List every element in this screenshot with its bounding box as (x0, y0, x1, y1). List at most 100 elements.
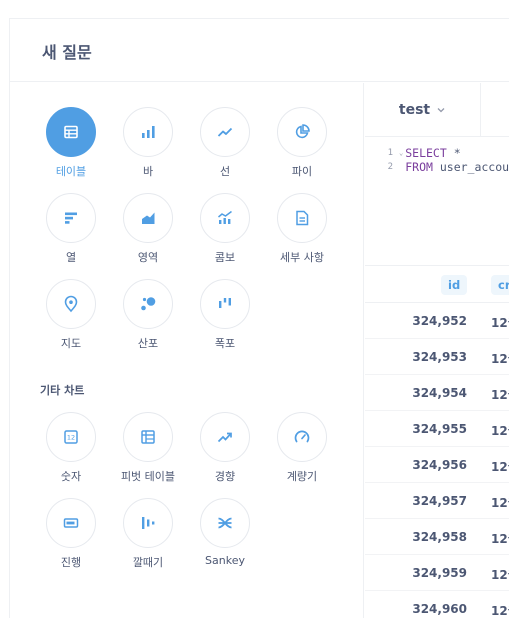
pivot-table-icon (139, 428, 157, 446)
cell-id[interactable]: 324,959 (365, 566, 467, 580)
editor-tab-bar (481, 83, 509, 137)
code-line: 2 FROM user_accour (365, 160, 509, 174)
progress-icon (62, 514, 80, 532)
table-icon (62, 123, 80, 141)
cell-created[interactable]: 12월 (491, 566, 509, 583)
viz-option-bar-chart[interactable]: 바 (113, 107, 183, 187)
line-chart-icon (216, 123, 234, 141)
viz-option-combo-chart[interactable]: 콤보 (190, 193, 260, 273)
viz-option-label: 세부 사항 (280, 251, 324, 264)
cell-created[interactable]: 12월 (491, 350, 509, 367)
sql-editor[interactable]: test 1 ⌄ SELECT * 2 FROM user_accour (365, 83, 509, 266)
cell-id[interactable]: 324,956 (365, 458, 467, 472)
viz-option-label: 테이블 (55, 165, 87, 178)
viz-option-funnel[interactable]: 깔때기 (113, 498, 183, 578)
viz-option-trend[interactable]: 경향 (190, 412, 260, 492)
cell-id[interactable]: 324,953 (365, 350, 467, 364)
viz-option-circle (123, 107, 173, 157)
table-row: 324,959 12월 (365, 555, 509, 591)
area-chart-icon (139, 209, 157, 227)
viz-option-row-chart[interactable]: 열 (36, 193, 106, 273)
pie-chart-icon (293, 123, 311, 141)
viz-option-table[interactable]: 테이블 (36, 107, 106, 187)
viz-option-label: Sankey (205, 554, 245, 567)
table-header: id cr (365, 266, 509, 303)
viz-option-pivot-table[interactable]: 피벗 테이블 (113, 412, 183, 492)
page-title: 새 질문 (42, 43, 92, 62)
table-row: 324,955 12월 (365, 411, 509, 447)
viz-option-progress[interactable]: 진행 (36, 498, 106, 578)
cell-id[interactable]: 324,955 (365, 422, 467, 436)
row-chart-icon (62, 209, 80, 227)
gauge-icon (293, 428, 311, 446)
code-line: 1 ⌄ SELECT * (365, 146, 509, 160)
waterfall-icon (216, 295, 234, 313)
map-pin-icon (62, 295, 80, 313)
viz-option-label: 지도 (60, 337, 82, 350)
line-number: 2 (387, 162, 393, 172)
viz-option-sankey[interactable]: Sankey (190, 498, 260, 578)
viz-option-circle (277, 193, 327, 243)
cell-id[interactable]: 324,954 (365, 386, 467, 400)
viz-option-circle (46, 279, 96, 329)
trend-icon (216, 428, 234, 446)
viz-option-circle (123, 498, 173, 548)
viz-option-label: 열 (65, 251, 77, 264)
bar-chart-icon (139, 123, 157, 141)
database-selector[interactable]: test (365, 83, 481, 137)
sql-text: * (446, 146, 461, 160)
sql-code[interactable]: 1 ⌄ SELECT * 2 FROM user_accour (365, 146, 509, 174)
cell-created[interactable]: 12월 (491, 458, 509, 475)
cell-id[interactable]: 324,958 (365, 530, 467, 544)
viz-option-map-pin[interactable]: 지도 (36, 279, 106, 359)
viz-option-detail[interactable]: 세부 사항 (267, 193, 337, 273)
cell-id[interactable]: 324,957 (365, 494, 467, 508)
viz-option-gauge[interactable]: 계량기 (267, 412, 337, 492)
fold-chevron-icon (399, 160, 403, 174)
other-charts-heading: 기타 차트 (40, 384, 85, 397)
column-header-id[interactable]: id (441, 275, 468, 295)
viz-option-circle (277, 412, 327, 462)
sql-keyword: SELECT (405, 146, 447, 160)
viz-option-label: 폭포 (214, 337, 236, 350)
viz-option-line-chart[interactable]: 선 (190, 107, 260, 187)
viz-option-circle (123, 412, 173, 462)
table-row: 324,952 12월 (365, 303, 509, 339)
cell-created[interactable]: 12월 (491, 386, 509, 403)
table-row: 324,957 12월 (365, 483, 509, 519)
viz-option-circle (200, 107, 250, 157)
cell-created[interactable]: 12월 (491, 530, 509, 547)
column-header-cr[interactable]: cr (491, 275, 509, 295)
viz-option-area-chart[interactable]: 영역 (113, 193, 183, 273)
viz-option-scatter[interactable]: 산포 (113, 279, 183, 359)
table-row: 324,953 12월 (365, 339, 509, 375)
combo-chart-icon (216, 209, 234, 227)
viz-option-waterfall[interactable]: 폭포 (190, 279, 260, 359)
visualization-picker: 기타 차트 테이블 바 선 파이열 영역 콤보 세부 사항지도 산포 폭포 12 숫자 피벗 테이블 경… (10, 83, 364, 618)
cell-created[interactable]: 12월 (491, 422, 509, 439)
viz-option-circle (46, 498, 96, 548)
fold-chevron-icon[interactable]: ⌄ (399, 146, 403, 160)
cell-id[interactable]: 324,952 (365, 314, 467, 328)
svg-text:12: 12 (67, 434, 75, 442)
results-table: idcr 324,95212월324,95312월324,95412월324,9… (365, 266, 509, 618)
viz-option-number[interactable]: 12 숫자 (36, 412, 106, 492)
viz-option-label: 깔때기 (132, 556, 164, 569)
table-row: 324,956 12월 (365, 447, 509, 483)
page-header: 새 질문 (10, 19, 509, 82)
viz-option-pie-chart[interactable]: 파이 (267, 107, 337, 187)
cell-created[interactable]: 12월 (491, 494, 509, 511)
viz-option-label: 산포 (137, 337, 159, 350)
cell-created[interactable]: 12월 (491, 602, 509, 618)
database-name: test (398, 101, 431, 118)
table-row: 324,960 12월 (365, 591, 509, 618)
viz-option-circle: 12 (46, 412, 96, 462)
viz-option-circle (123, 193, 173, 243)
line-number: 1 (387, 148, 393, 158)
detail-icon (293, 209, 311, 227)
viz-option-label: 진행 (60, 556, 82, 569)
cell-created[interactable]: 12월 (491, 314, 509, 331)
cell-id[interactable]: 324,960 (365, 602, 467, 616)
viz-option-circle (200, 412, 250, 462)
viz-option-label: 경향 (214, 470, 236, 483)
